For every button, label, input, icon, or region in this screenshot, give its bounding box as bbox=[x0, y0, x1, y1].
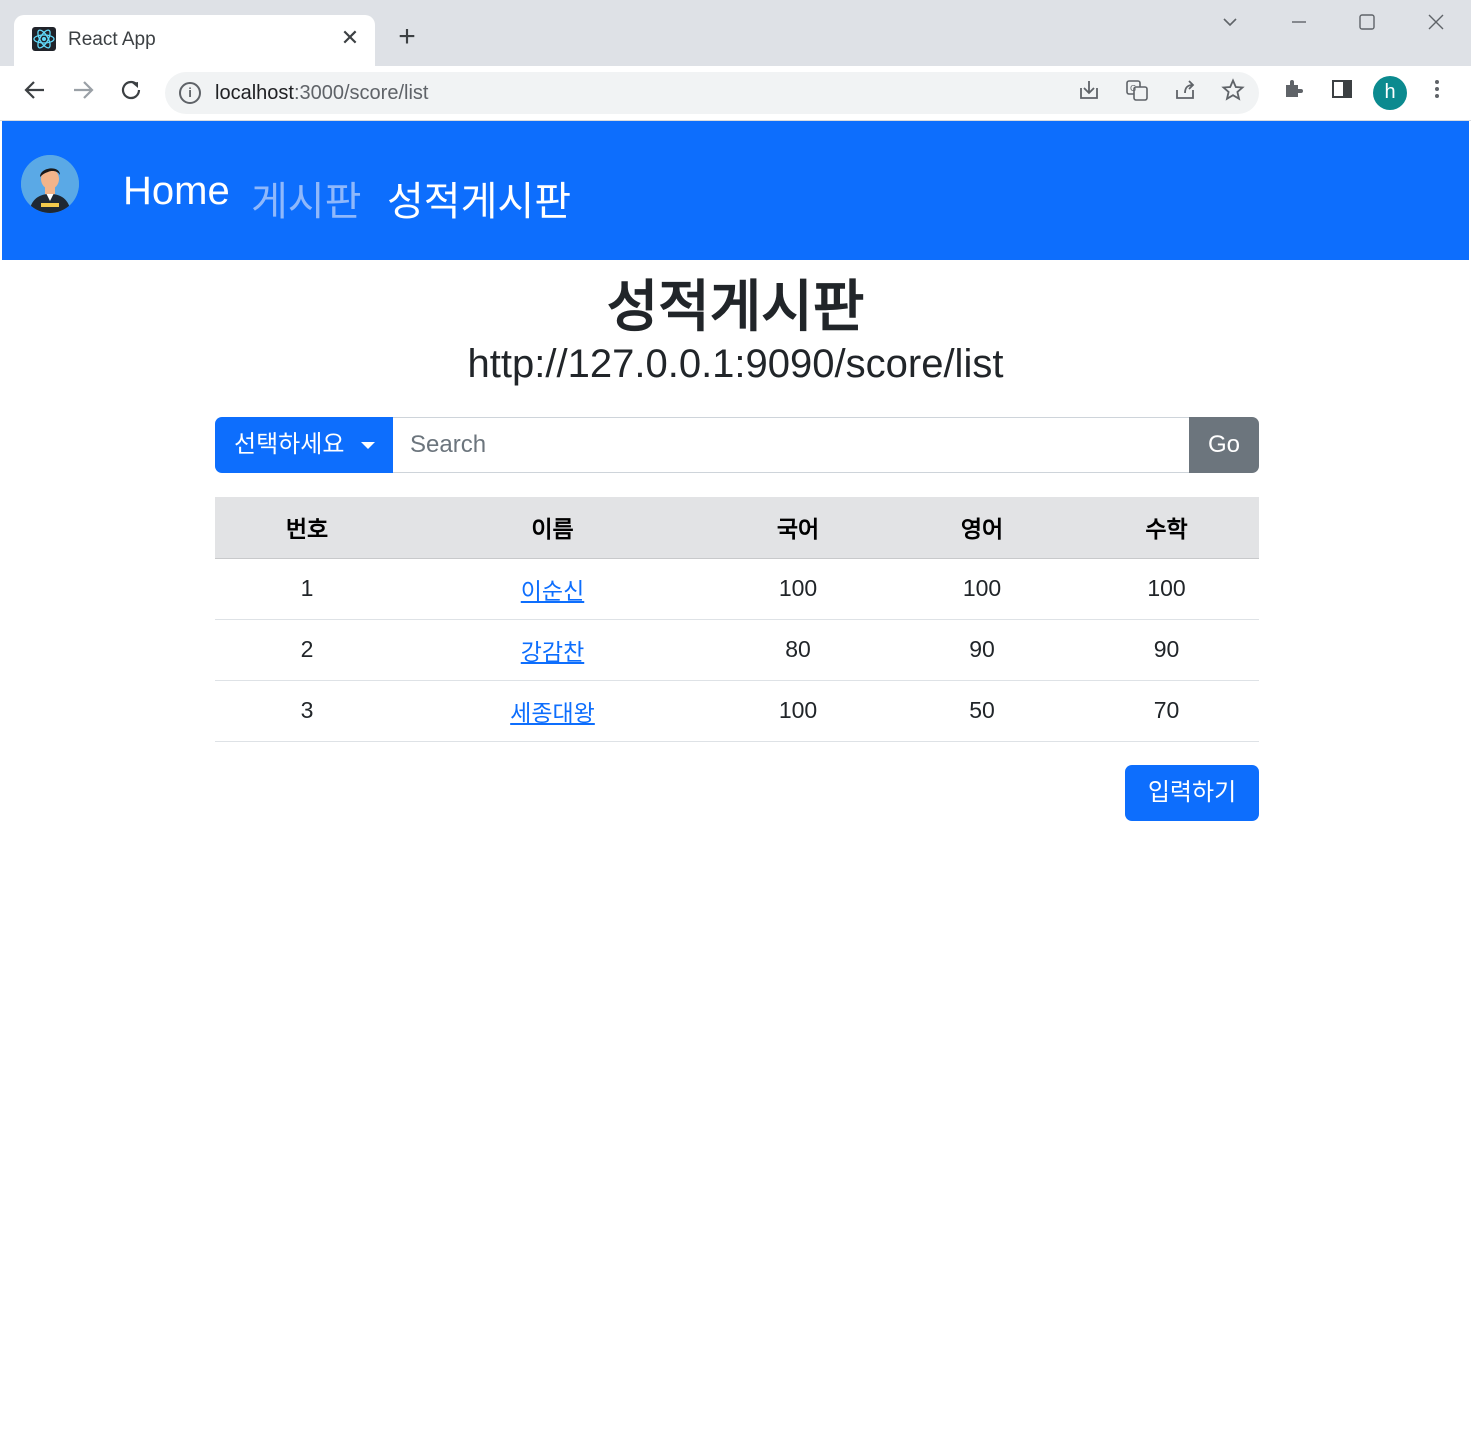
browser-menu-icon[interactable] bbox=[1421, 77, 1453, 109]
browser-toolbar: i localhost:3000/score/list G h bbox=[0, 66, 1471, 121]
cell-english: 90 bbox=[890, 619, 1074, 681]
address-bar[interactable]: i localhost:3000/score/list G bbox=[165, 72, 1259, 114]
install-app-icon[interactable] bbox=[1074, 78, 1104, 108]
cell-num: 2 bbox=[215, 619, 399, 681]
cell-math: 100 bbox=[1074, 558, 1259, 620]
search-field-dropdown[interactable]: 선택하세요 bbox=[215, 417, 393, 473]
cell-num: 1 bbox=[215, 558, 399, 620]
header-num: 번호 bbox=[215, 497, 399, 559]
cell-korean: 100 bbox=[706, 680, 890, 742]
table-row: 3 세종대왕 100 50 70 bbox=[215, 680, 1259, 742]
reload-icon[interactable] bbox=[115, 77, 147, 109]
close-window-icon[interactable] bbox=[1421, 10, 1451, 40]
bookmark-star-icon[interactable] bbox=[1218, 78, 1248, 108]
header-english: 영어 bbox=[890, 497, 1074, 559]
nav-home[interactable]: Home bbox=[123, 169, 230, 214]
site-info-icon[interactable]: i bbox=[179, 82, 201, 104]
tab-search-icon[interactable] bbox=[1215, 10, 1245, 40]
share-icon[interactable] bbox=[1170, 78, 1200, 108]
search-group: 선택하세요 Go bbox=[215, 417, 1259, 473]
url-text: localhost:3000/score/list bbox=[215, 82, 429, 104]
dropdown-label: 선택하세요 bbox=[234, 431, 345, 458]
page-subtitle-url: http://127.0.0.1:9090/score/list bbox=[467, 342, 1004, 386]
table-row: 2 강감찬 80 90 90 bbox=[215, 619, 1259, 681]
score-table: 번호 이름 국어 영어 수학 1 이순신 100 100 100 2 강감찬 8… bbox=[215, 497, 1259, 742]
page-title: 성적게시판 bbox=[606, 275, 865, 338]
svg-text:G: G bbox=[1130, 84, 1136, 93]
search-input[interactable] bbox=[393, 417, 1189, 473]
cell-name: 강감찬 bbox=[399, 619, 706, 681]
user-avatar-icon[interactable] bbox=[21, 155, 79, 213]
app-navbar: Home 게시판 성적게시판 bbox=[2, 121, 1469, 260]
translate-icon[interactable]: G bbox=[1122, 78, 1152, 108]
caret-down-icon bbox=[361, 442, 375, 449]
go-button[interactable]: Go bbox=[1189, 417, 1259, 473]
cell-name: 세종대왕 bbox=[399, 680, 706, 742]
student-name-link[interactable]: 강감찬 bbox=[521, 639, 584, 665]
nav-score-board[interactable]: 성적게시판 bbox=[387, 169, 571, 227]
cell-name: 이순신 bbox=[399, 558, 706, 620]
table-header-row: 번호 이름 국어 영어 수학 bbox=[215, 497, 1259, 559]
browser-tab[interactable]: React App ✕ bbox=[14, 15, 375, 66]
header-name: 이름 bbox=[399, 497, 706, 559]
new-tab-icon[interactable]: + bbox=[392, 22, 422, 52]
side-panel-icon[interactable] bbox=[1326, 77, 1358, 109]
cell-english: 50 bbox=[890, 680, 1074, 742]
tab-title: React App bbox=[68, 29, 156, 50]
student-name-link[interactable]: 세종대왕 bbox=[510, 700, 595, 726]
maximize-icon[interactable] bbox=[1352, 10, 1382, 40]
back-arrow-icon[interactable] bbox=[19, 77, 51, 109]
table-row: 1 이순신 100 100 100 bbox=[215, 558, 1259, 620]
cell-math: 70 bbox=[1074, 680, 1259, 742]
tab-close-icon[interactable]: ✕ bbox=[337, 25, 363, 51]
extensions-puzzle-icon[interactable] bbox=[1278, 77, 1310, 109]
cell-num: 3 bbox=[215, 680, 399, 742]
cell-english: 100 bbox=[890, 558, 1074, 620]
write-score-button[interactable]: 입력하기 bbox=[1125, 765, 1259, 821]
nav-board[interactable]: 게시판 bbox=[251, 169, 361, 227]
cell-korean: 100 bbox=[706, 558, 890, 620]
cell-math: 90 bbox=[1074, 619, 1259, 681]
minimize-icon[interactable] bbox=[1284, 10, 1314, 40]
react-logo-icon bbox=[32, 27, 56, 51]
cell-korean: 80 bbox=[706, 619, 890, 681]
student-name-link[interactable]: 이순신 bbox=[521, 578, 584, 604]
profile-avatar[interactable]: h bbox=[1373, 76, 1407, 110]
header-korean: 국어 bbox=[706, 497, 890, 559]
forward-arrow-icon[interactable] bbox=[67, 77, 99, 109]
browser-titlebar: React App ✕ + bbox=[0, 0, 1471, 66]
header-math: 수학 bbox=[1074, 497, 1259, 559]
